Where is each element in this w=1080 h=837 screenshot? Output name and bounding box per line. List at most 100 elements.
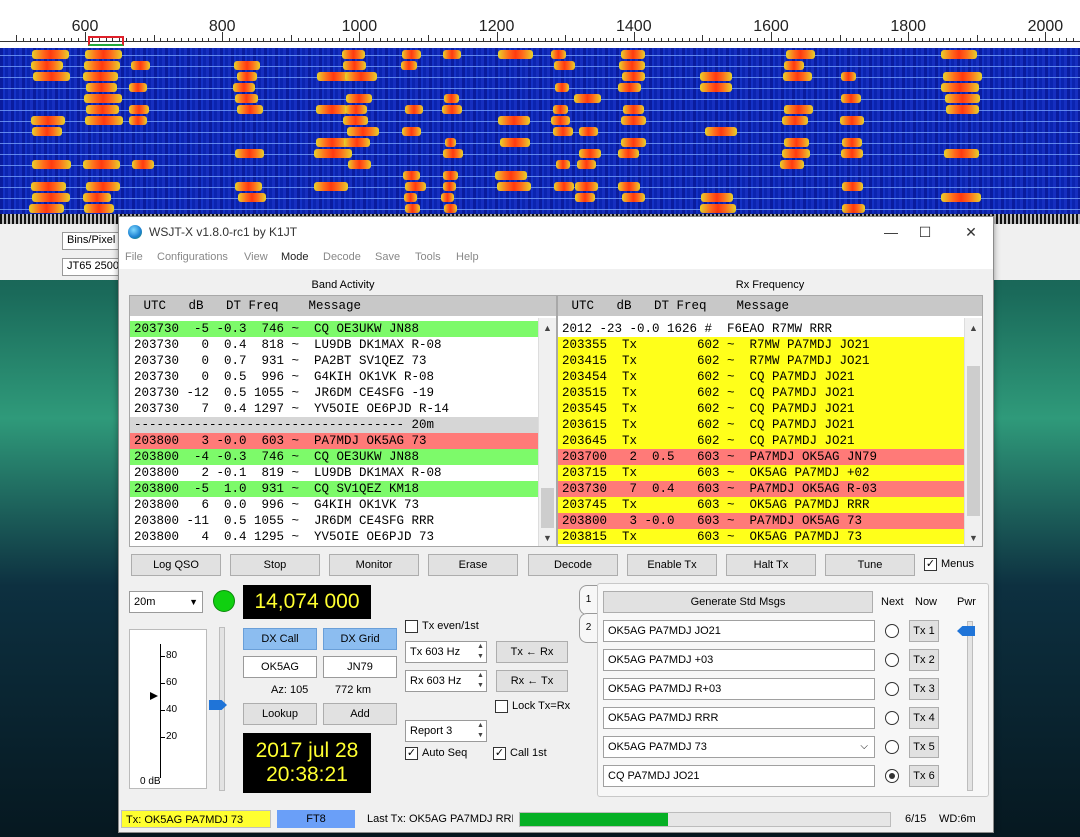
power-slider[interactable] <box>967 621 973 791</box>
stop-button[interactable]: Stop <box>230 554 320 576</box>
tx3-next-radio[interactable] <box>885 682 899 696</box>
message-row[interactable]: 203700 2 0.5 603 ~ PA7MDJ OK5AG JN79 <box>558 449 964 465</box>
message-row[interactable]: 203730 -12 0.5 1055 ~ JR6DM CE4SFG -19 <box>130 385 538 401</box>
message-row[interactable]: 203800 2 -0.1 819 ~ LU9DB DK1MAX R-08 <box>130 465 538 481</box>
menu-tools[interactable]: Tools <box>415 251 441 263</box>
message-row[interactable]: 203800 -11 0.5 1055 ~ JR6DM CE4SFG RRR <box>130 513 538 529</box>
message-row[interactable]: 203545 Tx 602 ~ CQ PA7MDJ JO21 <box>558 401 964 417</box>
auto-seq-checkbox[interactable]: ✓ <box>405 747 418 760</box>
generate-std-msgs-button[interactable]: Generate Std Msgs <box>603 591 873 613</box>
tx6-now-button[interactable]: Tx 6 <box>909 765 939 787</box>
report-spinbox[interactable]: Report 3 ▲ ▼ <box>405 720 487 742</box>
tx-from-rx-button[interactable]: Tx ← Rx <box>496 641 568 663</box>
message-row[interactable]: ------------------------------------ 20m <box>130 417 538 433</box>
tx-even-checkbox[interactable] <box>405 620 418 633</box>
message-row[interactable]: 203730 -5 -0.3 746 ~ CQ OE3UKW JN88 <box>130 321 538 337</box>
scroll-down-icon[interactable]: ▼ <box>539 530 556 546</box>
tx5-now-button[interactable]: Tx 5 <box>909 736 939 758</box>
message-row[interactable]: 203730 7 0.4 603 ~ PA7MDJ OK5AG R-03 <box>558 481 964 497</box>
erase-button[interactable]: Erase <box>428 554 518 576</box>
rx-frequency-pane[interactable]: UTC dB DT Freq Message 2012 -23 -0.0 162… <box>557 295 983 547</box>
scroll-thumb[interactable] <box>967 366 980 516</box>
message-row[interactable]: 203715 Tx 603 ~ OK5AG PA7MDJ +02 <box>558 465 964 481</box>
tx1-next-radio[interactable] <box>885 624 899 638</box>
menu-help[interactable]: Help <box>456 251 479 263</box>
message-row[interactable]: 203800 3 -0.0 603 ~ PA7MDJ OK5AG 73 <box>558 513 964 529</box>
menu-configurations[interactable]: Configurations <box>157 251 228 263</box>
close-button[interactable]: ✕ <box>951 221 991 243</box>
tx2-now-button[interactable]: Tx 2 <box>909 649 939 671</box>
message-row[interactable]: 2012 -23 -0.0 1626 # F6EAO R7MW RRR <box>558 321 964 337</box>
message-row[interactable]: 203355 Tx 602 ~ R7MW PA7MDJ JO21 <box>558 337 964 353</box>
tx1-now-button[interactable]: Tx 1 <box>909 620 939 642</box>
tx5-message-select[interactable]: OK5AG PA7MDJ 73 ⌵ <box>603 736 875 758</box>
message-row[interactable]: 203515 Tx 602 ~ CQ PA7MDJ JO21 <box>558 385 964 401</box>
band-activity-pane[interactable]: UTC dB DT Freq Message 203730 -5 -0.3 74… <box>129 295 557 547</box>
message-row[interactable]: 203730 7 0.4 1297 ~ YV5OIE OE6PJD R-14 <box>130 401 538 417</box>
tx3-now-button[interactable]: Tx 3 <box>909 678 939 700</box>
message-row[interactable]: 203730 0 0.7 931 ~ PA2BT SV1QEZ 73 <box>130 353 538 369</box>
scroll-thumb[interactable] <box>541 488 554 528</box>
message-row[interactable]: 203800 -4 -0.3 746 ~ CQ OE3UKW JN88 <box>130 449 538 465</box>
tx5-next-radio[interactable] <box>885 740 899 754</box>
menu-decode[interactable]: Decode <box>323 251 361 263</box>
tx4-message-input[interactable]: OK5AG PA7MDJ RRR <box>603 707 875 729</box>
tx6-message-input[interactable]: CQ PA7MDJ JO21 <box>603 765 875 787</box>
message-row[interactable]: 203800 6 0.0 996 ~ G4KIH OK1VK 73 <box>130 497 538 513</box>
tx1-message-input[interactable]: OK5AG PA7MDJ JO21 <box>603 620 875 642</box>
log-qso-button[interactable]: Log QSO <box>131 554 221 576</box>
tx-frequency-spinbox[interactable]: Tx 603 Hz ▲ ▼ <box>405 641 487 663</box>
message-row[interactable]: 203615 Tx 602 ~ CQ PA7MDJ JO21 <box>558 417 964 433</box>
message-row[interactable]: 203730 0 0.4 818 ~ LU9DB DK1MAX R-08 <box>130 337 538 353</box>
add-button[interactable]: Add <box>323 703 397 725</box>
tab-1[interactable]: 1 <box>579 585 597 615</box>
dx-grid-button[interactable]: DX Grid <box>323 628 397 650</box>
maximize-button[interactable]: ☐ <box>905 221 945 243</box>
bins-per-pixel-label[interactable]: Bins/Pixel <box>62 232 120 250</box>
scroll-down-icon[interactable]: ▼ <box>965 530 982 546</box>
message-row[interactable]: 203800 -5 1.0 931 ~ CQ SV1QEZ KM18 <box>130 481 538 497</box>
rx-frequency-list[interactable]: 2012 -23 -0.0 1626 # F6EAO R7MW RRR 20335… <box>558 321 964 544</box>
enable-tx-button[interactable]: Enable Tx <box>627 554 717 576</box>
menu-mode[interactable]: Mode <box>281 251 309 263</box>
menu-view[interactable]: View <box>244 251 268 263</box>
menus-checkbox[interactable]: ✓ <box>924 558 937 571</box>
menu-save[interactable]: Save <box>375 251 400 263</box>
scroll-up-icon[interactable]: ▲ <box>539 320 556 336</box>
spin-arrows-icon[interactable]: ▲ ▼ <box>476 642 485 662</box>
message-row[interactable]: 203454 Tx 602 ~ CQ PA7MDJ JO21 <box>558 369 964 385</box>
waterfall-mode-field[interactable]: JT65 2500 <box>62 258 120 276</box>
rx-frequency-scrollbar[interactable]: ▲ ▼ <box>964 318 982 546</box>
tx2-message-input[interactable]: OK5AG PA7MDJ +03 <box>603 649 875 671</box>
waterfall-display[interactable] <box>0 48 1080 214</box>
frequency-ruler[interactable]: 600 800 1000 1200 1400 1600 1800 2000 <box>0 0 1080 48</box>
message-row[interactable]: 203745 Tx 603 ~ OK5AG PA7MDJ RRR <box>558 497 964 513</box>
tab-2[interactable]: 2 <box>579 613 597 643</box>
lock-tx-rx-checkbox[interactable] <box>495 700 508 713</box>
scroll-up-icon[interactable]: ▲ <box>965 320 982 336</box>
message-row[interactable]: 203730 0 0.5 996 ~ G4KIH OK1VK R-08 <box>130 369 538 385</box>
tx2-next-radio[interactable] <box>885 653 899 667</box>
tune-button[interactable]: Tune <box>825 554 915 576</box>
tx6-next-radio[interactable] <box>885 769 899 783</box>
title-bar[interactable]: WSJT-X v1.8.0-rc1 by K1JT — ☐ ✕ <box>119 217 993 247</box>
spin-arrows-icon[interactable]: ▲ ▼ <box>476 721 485 741</box>
tx3-message-input[interactable]: OK5AG PA7MDJ R+03 <box>603 678 875 700</box>
dx-call-input[interactable]: OK5AG <box>243 656 317 678</box>
rx-from-tx-button[interactable]: Rx ← Tx <box>496 670 568 692</box>
decode-button[interactable]: Decode <box>528 554 618 576</box>
call-1st-checkbox[interactable]: ✓ <box>493 747 506 760</box>
lookup-button[interactable]: Lookup <box>243 703 317 725</box>
band-activity-list[interactable]: 203730 -5 -0.3 746 ~ CQ OE3UKW JN88 20373… <box>130 321 538 544</box>
rx-frequency-spinbox[interactable]: Rx 603 Hz ▲ ▼ <box>405 670 487 692</box>
message-row[interactable]: 203800 4 0.4 1295 ~ YV5OIE OE6PJD 73 <box>130 529 538 544</box>
band-activity-scrollbar[interactable]: ▲ ▼ <box>538 318 556 546</box>
message-row[interactable]: 203645 Tx 602 ~ CQ PA7MDJ JO21 <box>558 433 964 449</box>
dx-call-button[interactable]: DX Call <box>243 628 317 650</box>
message-row[interactable]: 203415 Tx 602 ~ R7MW PA7MDJ JO21 <box>558 353 964 369</box>
dx-grid-input[interactable]: JN79 <box>323 656 397 678</box>
monitor-button[interactable]: Monitor <box>329 554 419 576</box>
halt-tx-button[interactable]: Halt Tx <box>726 554 816 576</box>
menu-file[interactable]: File <box>125 251 143 263</box>
band-select[interactable]: 20m ▼ <box>129 591 203 613</box>
